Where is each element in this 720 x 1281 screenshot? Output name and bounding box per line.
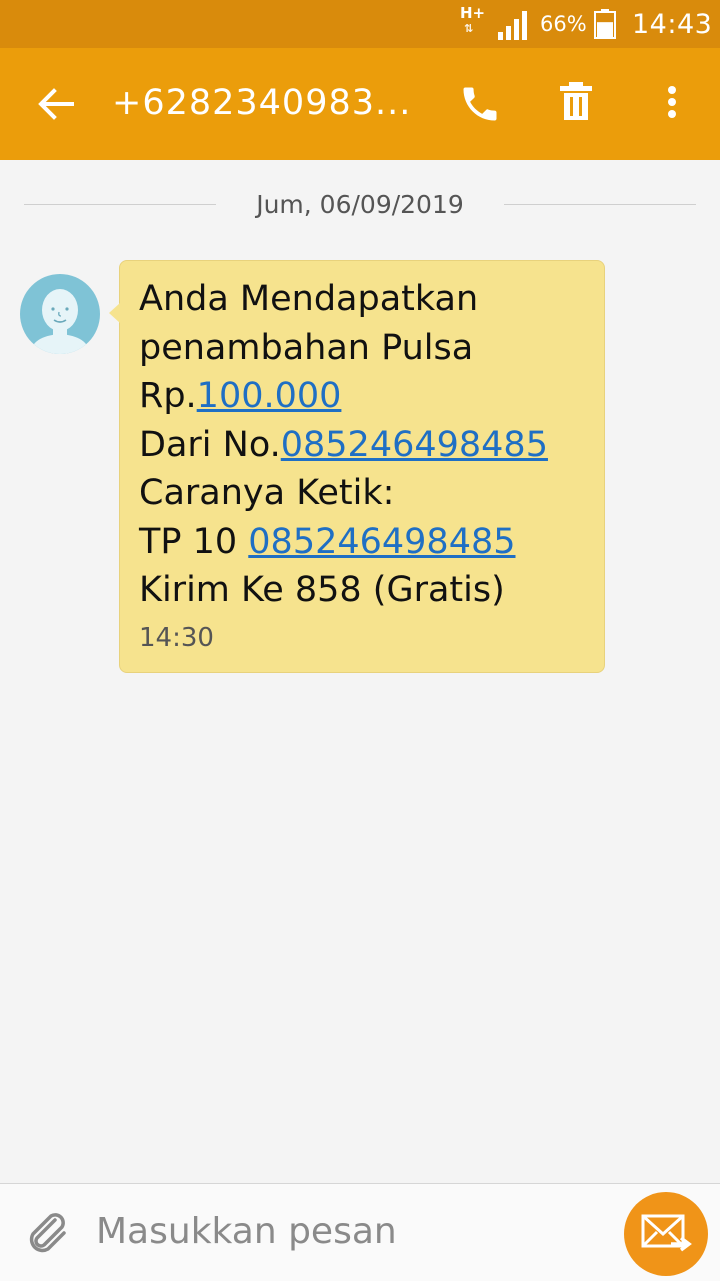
message-line: penambahan Pulsa <box>139 327 474 368</box>
conversation-title: +6282340983... <box>112 83 412 123</box>
message-input[interactable]: Masukkan pesan <box>96 1206 596 1258</box>
status-bar: H+ ⇅ 66% 14:43 <box>0 0 720 48</box>
date-divider: Jum, 06/09/2019 <box>24 186 696 226</box>
paperclip-icon <box>29 1213 66 1253</box>
amount-link[interactable]: 100.000 <box>197 376 342 416</box>
trash-icon <box>560 82 592 120</box>
signal-strength-icon <box>498 11 527 40</box>
delete-conversation-button[interactable] <box>554 80 598 124</box>
phone-number-link[interactable]: 085246498485 <box>281 425 548 465</box>
received-message-bubble[interactable]: Anda Mendapatkan penambahan Pulsa Rp.100… <box>109 260 605 673</box>
attach-button[interactable] <box>22 1206 72 1256</box>
message-text: Anda Mendapatkan penambahan Pulsa Rp.100… <box>139 275 604 615</box>
more-vertical-icon <box>668 86 676 118</box>
call-button[interactable] <box>458 82 502 126</box>
back-button[interactable] <box>34 82 78 126</box>
message-line: Rp.100.000 <box>139 372 604 421</box>
message-line: Dari No.085246498485 <box>139 421 604 470</box>
message-line: Caranya Ketik: <box>139 473 395 513</box>
message-line: TP 10 085246498485 <box>139 518 604 567</box>
more-options-button[interactable] <box>650 80 694 124</box>
message-line-prefix: Rp. <box>139 376 197 416</box>
phone-number-link[interactable]: 085246498485 <box>248 522 515 562</box>
send-button[interactable] <box>624 1192 708 1276</box>
message-line: Kirim Ke 858 (Gratis) <box>139 570 505 610</box>
divider-line <box>24 204 216 205</box>
battery-percentage: 66% <box>540 12 587 36</box>
divider-line <box>504 204 696 205</box>
message-time: 14:30 <box>139 622 214 653</box>
status-time: 14:43 <box>632 9 713 40</box>
network-type-indicator: H+ ⇅ <box>460 6 486 40</box>
message-line: Anda Mendapatkan <box>139 279 479 319</box>
message-date: Jum, 06/09/2019 <box>256 190 464 219</box>
send-message-icon <box>641 1214 692 1252</box>
data-activity-icon: ⇅ <box>464 22 474 35</box>
contact-avatar[interactable] <box>20 274 100 354</box>
arrow-left-icon <box>38 88 74 120</box>
message-line-prefix: Dari No. <box>139 424 281 465</box>
app-bar: +6282340983... <box>0 48 720 160</box>
phone-icon <box>463 87 497 121</box>
message-composer: Masukkan pesan <box>0 1183 720 1281</box>
message-line-prefix: TP 10 <box>139 521 249 562</box>
network-type-label: H+ <box>460 4 486 22</box>
battery-icon <box>594 9 616 39</box>
